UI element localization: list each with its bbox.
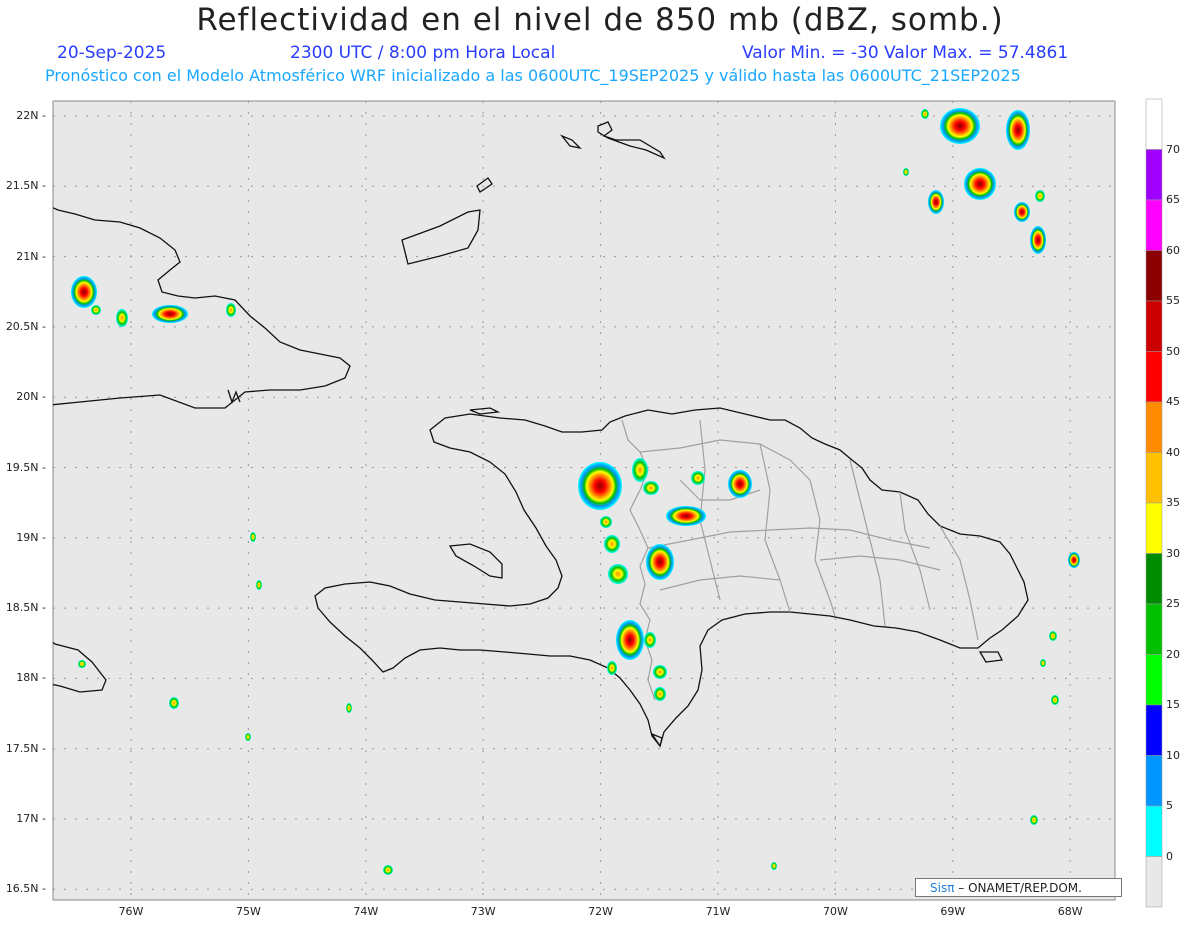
storm-cell	[940, 108, 980, 144]
colorbar-label: 35	[1166, 496, 1180, 509]
storm-cell	[1051, 695, 1059, 705]
storm-cell	[1006, 110, 1030, 150]
lon-label: 69W	[940, 905, 966, 918]
storm-cell	[928, 190, 944, 214]
storm-cell	[256, 580, 262, 590]
colorbar-swatch	[1145, 98, 1163, 150]
colorbar-label: 45	[1166, 395, 1180, 408]
storm-cell	[78, 660, 86, 668]
storm-cell	[646, 544, 674, 580]
lon-label: 74W	[353, 905, 379, 918]
storm-cell	[1049, 631, 1057, 641]
storm-cell	[644, 632, 656, 648]
storm-cell	[1030, 815, 1038, 825]
lat-label: 16.5N -	[5, 882, 46, 896]
lat-label: 19N -	[16, 530, 46, 544]
storm-cell	[245, 733, 251, 741]
lat-label: 19.5N -	[5, 460, 46, 474]
lon-label: 72W	[588, 905, 614, 918]
colorbar-swatch	[1145, 502, 1163, 554]
colorbar-swatch	[1145, 704, 1163, 756]
storm-cell	[728, 470, 752, 498]
storm-cell	[921, 109, 929, 119]
storm-cell	[608, 564, 628, 584]
colorbar	[1145, 98, 1163, 908]
storm-cell	[152, 305, 188, 323]
colorbar-swatch	[1145, 452, 1163, 504]
storm-cell	[654, 687, 666, 701]
storm-cell	[1068, 552, 1080, 568]
storm-cell	[964, 168, 996, 200]
colorbar-swatch	[1145, 199, 1163, 251]
lon-label: 73W	[470, 905, 496, 918]
colorbar-label: 70	[1166, 142, 1180, 156]
credit-box: Sisπ – ONAMET/REP.DOM.	[915, 878, 1122, 897]
storm-cell	[116, 309, 128, 327]
credit-sis: Sis	[930, 881, 948, 895]
storm-cell	[616, 620, 644, 660]
storm-cell	[1030, 226, 1046, 254]
storm-cell	[71, 276, 97, 308]
storm-cell	[607, 661, 617, 675]
colorbar-label: 50	[1166, 344, 1180, 358]
storm-cell	[653, 665, 667, 679]
lon-label: 68W	[1057, 905, 1083, 918]
lon-label: 71W	[705, 905, 731, 918]
storm-cell	[346, 703, 352, 713]
lat-label: 21N -	[16, 249, 46, 263]
storm-cell	[1035, 190, 1045, 202]
colorbar-swatch	[1145, 351, 1163, 403]
storm-cell	[1040, 659, 1046, 667]
colorbar-label: 20	[1166, 647, 1180, 661]
colorbar-swatch	[1145, 149, 1163, 201]
colorbar-label: 25	[1166, 597, 1180, 610]
colorbar-swatch	[1145, 856, 1163, 908]
storm-cell	[643, 481, 659, 495]
colorbar-swatch	[1145, 654, 1163, 706]
colorbar-swatch	[1145, 805, 1163, 857]
lat-label: 18.5N -	[5, 601, 46, 615]
colorbar-swatch	[1145, 603, 1163, 655]
colorbar-label: 55	[1166, 294, 1180, 307]
credit-text: – ONAMET/REP.DOM.	[954, 881, 1082, 895]
lat-label: 20.5N -	[5, 319, 46, 333]
storm-cell	[383, 865, 393, 875]
storm-cell	[578, 462, 622, 510]
colorbar-swatch	[1145, 300, 1163, 352]
reflectivity-map	[52, 98, 1163, 908]
storm-cell	[250, 532, 256, 542]
storm-cell	[771, 862, 777, 870]
storm-cell	[666, 506, 706, 526]
colorbar-swatch	[1145, 250, 1163, 302]
colorbar-label: 65	[1166, 193, 1180, 206]
lon-label: 76W	[118, 905, 144, 918]
lat-label: 18N -	[16, 671, 46, 685]
lat-label: 21.5N -	[5, 179, 46, 193]
storm-cell	[604, 535, 620, 553]
lat-label: 17.5N -	[5, 741, 46, 755]
storm-cell	[600, 516, 612, 528]
storm-cell	[169, 697, 179, 709]
colorbar-label: 40	[1166, 445, 1180, 459]
colorbar-label: 60	[1166, 243, 1180, 257]
colorbar-swatch	[1145, 553, 1163, 605]
storm-cell	[1014, 202, 1030, 222]
colorbar-label: 10	[1166, 748, 1180, 762]
storm-cell	[903, 168, 909, 176]
storm-cell	[226, 303, 236, 317]
storm-cell	[691, 471, 705, 485]
colorbar-label: 30	[1166, 546, 1180, 560]
lon-label: 75W	[235, 905, 261, 918]
colorbar-swatch	[1145, 755, 1163, 807]
lat-label: 20N -	[16, 390, 46, 404]
lat-label: 22N -	[16, 109, 46, 122]
colorbar-label: 0	[1166, 849, 1173, 863]
storm-cell	[91, 305, 101, 315]
lon-label: 70W	[822, 905, 848, 918]
storm-cell	[632, 458, 648, 482]
lat-label: 17N -	[16, 812, 46, 825]
colorbar-label: 5	[1166, 799, 1173, 812]
colorbar-label: 15	[1166, 698, 1180, 711]
colorbar-swatch	[1145, 401, 1163, 453]
